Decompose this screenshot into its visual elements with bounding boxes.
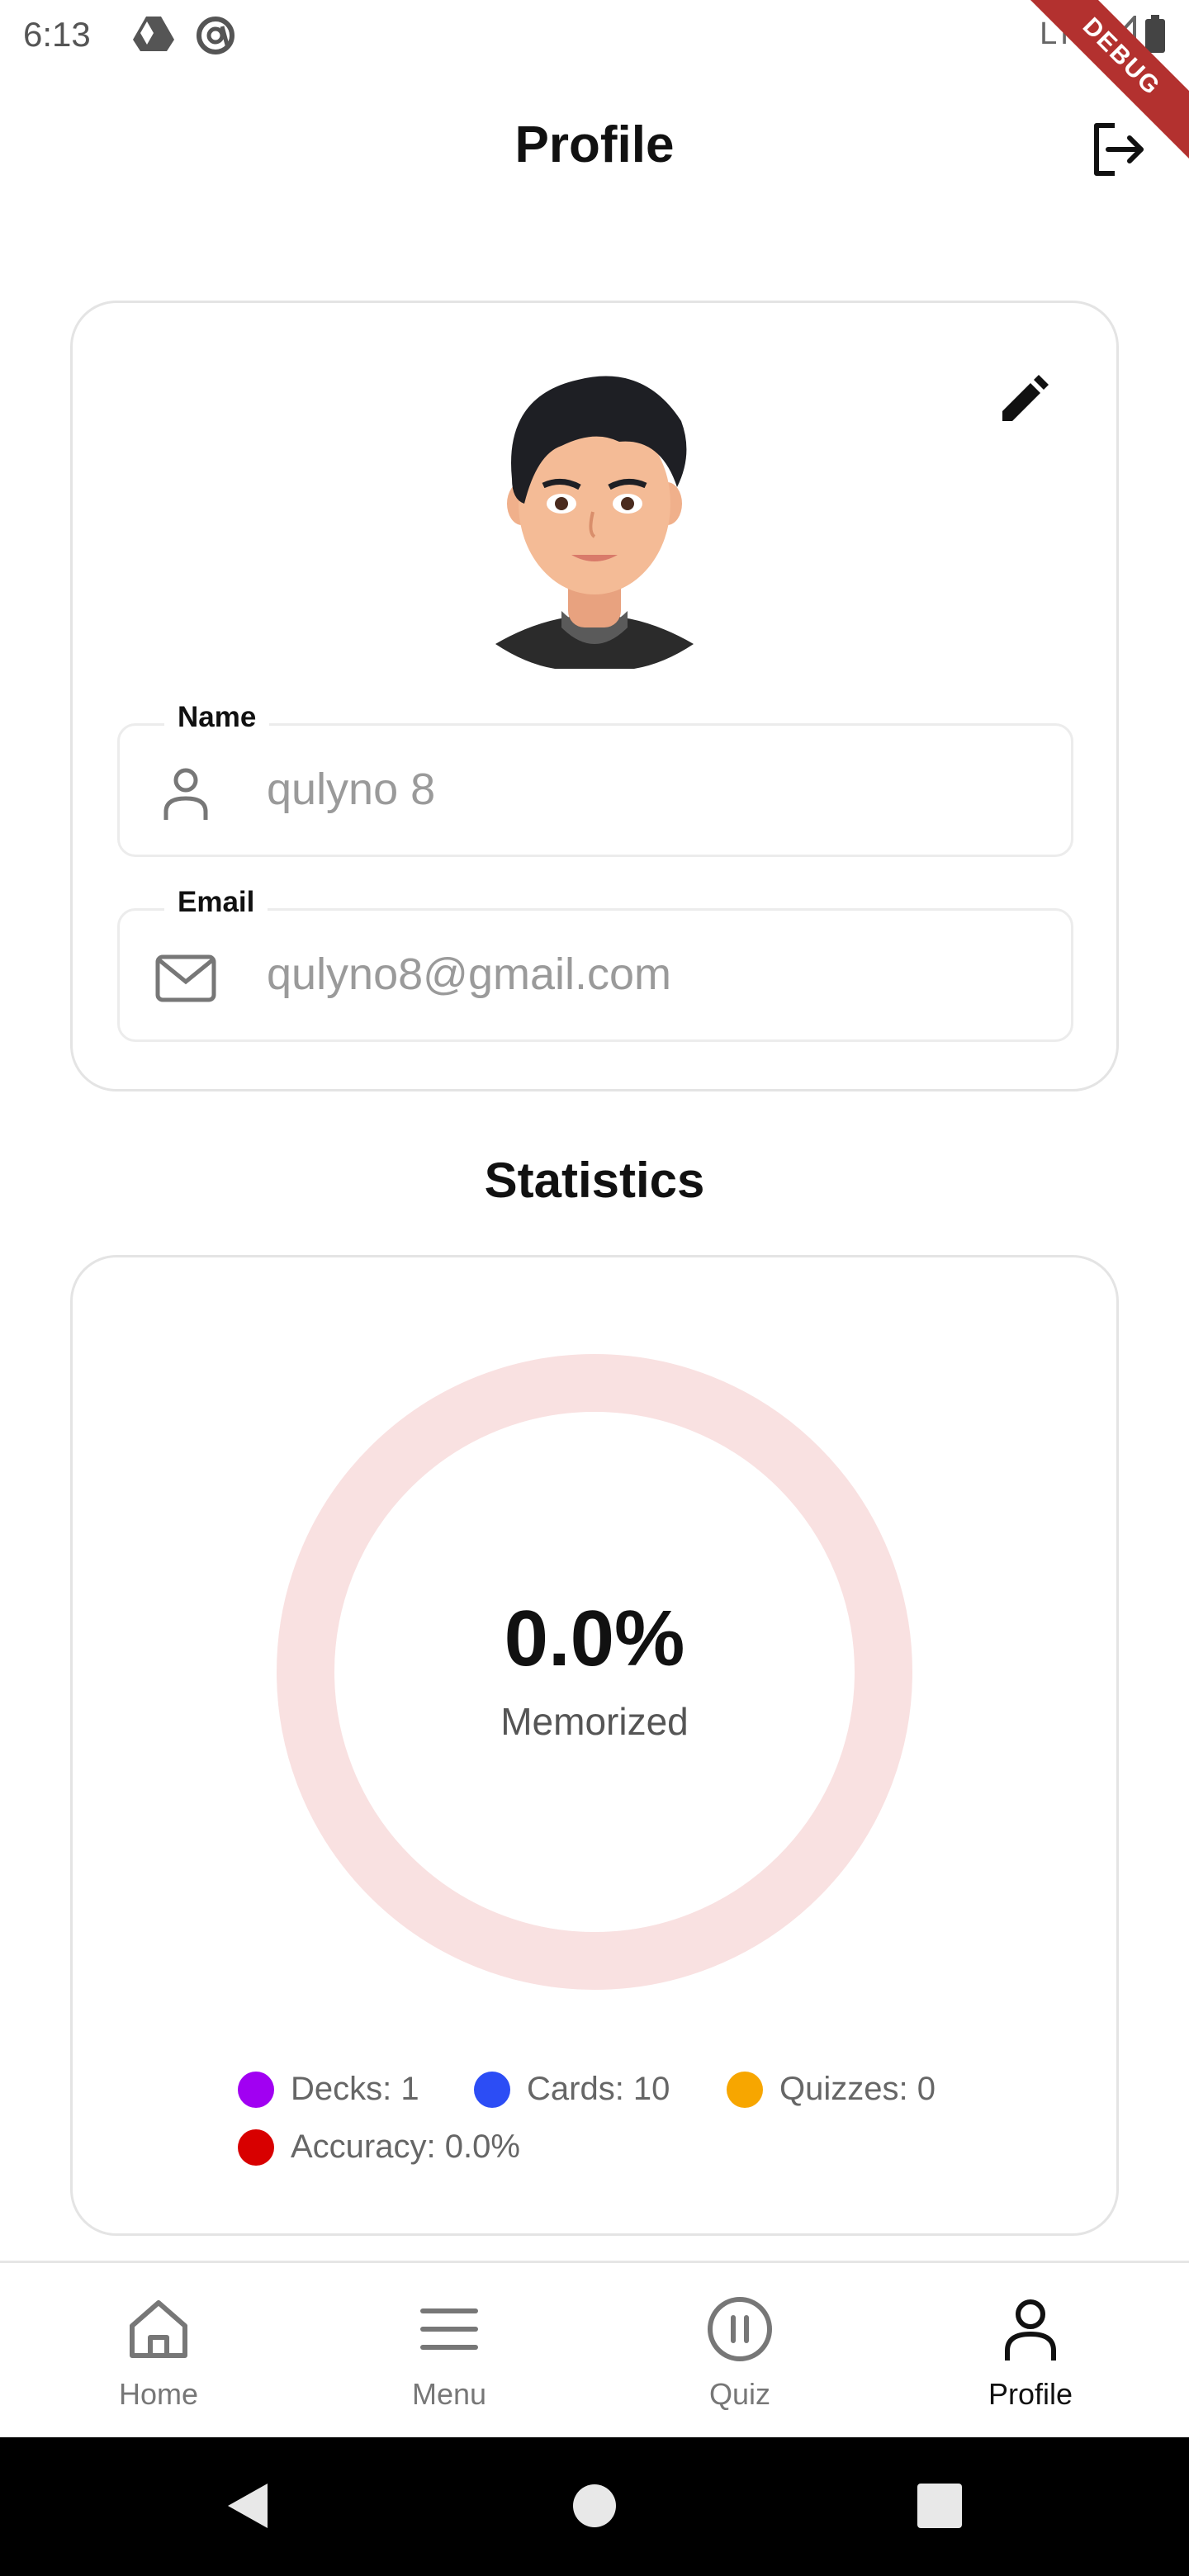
legend-quizzes: Quizzes: 0 [727, 2071, 936, 2108]
nav-item-profile[interactable]: Profile [907, 2263, 1154, 2436]
recents-icon[interactable] [912, 2479, 967, 2533]
nav-item-menu[interactable]: Menu [325, 2263, 573, 2436]
email-field[interactable]: Email qulyno8@gmail.com [117, 886, 1073, 1042]
pencil-icon[interactable] [991, 370, 1054, 433]
memorized-percent: 0.0% [504, 1594, 685, 1683]
nav-label-quiz: Quiz [708, 2377, 771, 2411]
legend-label: Cards: 10 [527, 2071, 670, 2107]
email-value: qulyno8@gmail.com [267, 949, 672, 999]
status-bar: 6:13 LTE DEBUG [0, 0, 1189, 168]
person-icon [163, 768, 208, 820]
name-field[interactable]: Name qulyno 8 [117, 701, 1073, 857]
statistics-title: Statistics [484, 1153, 705, 1208]
back-icon[interactable] [221, 2479, 276, 2533]
legend-dot [238, 2071, 274, 2108]
legend-label: Quizzes: 0 [779, 2071, 936, 2107]
legend-dot [474, 2071, 510, 2108]
legend-dot [727, 2071, 763, 2108]
legend-decks: Decks: 1 [238, 2071, 419, 2108]
nav-label-home: Home [118, 2377, 199, 2411]
at-sign-icon [197, 17, 234, 54]
system-navigation-bar [0, 2437, 1189, 2576]
name-label: Name [164, 701, 270, 734]
memorized-caption: Memorized [500, 1700, 689, 1743]
mail-icon [155, 954, 216, 1002]
legend-cards: Cards: 10 [474, 2071, 670, 2108]
nav-label-menu: Menu [411, 2377, 487, 2411]
avatar [495, 376, 694, 669]
drive-icon [133, 17, 174, 51]
legend-label: Accuracy: 0.0% [291, 2129, 520, 2165]
name-value: qulyno 8 [267, 765, 436, 814]
nav-item-home[interactable]: Home [35, 2263, 282, 2436]
page-title: Profile [514, 116, 675, 173]
legend-label: Decks: 1 [291, 2071, 419, 2107]
email-label: Email [164, 886, 268, 919]
home-icon [130, 2300, 187, 2358]
nav-label-profile: Profile [988, 2377, 1073, 2411]
legend-accuracy: Accuracy: 0.0% [238, 2129, 520, 2166]
person-icon [1005, 2299, 1056, 2361]
pause-circle-icon [708, 2297, 772, 2361]
app-bar: Profile [0, 91, 1189, 206]
nav-item-quiz[interactable]: Quiz [616, 2263, 864, 2436]
status-time: 6:13 [23, 15, 91, 54]
legend-dot [238, 2129, 274, 2166]
logout-icon[interactable] [1090, 121, 1148, 178]
bottom-navigation: Home Menu Quiz Profile [0, 2261, 1189, 2437]
home-button-icon[interactable] [567, 2479, 622, 2533]
battery-icon [1145, 15, 1165, 53]
menu-icon [420, 2308, 478, 2350]
